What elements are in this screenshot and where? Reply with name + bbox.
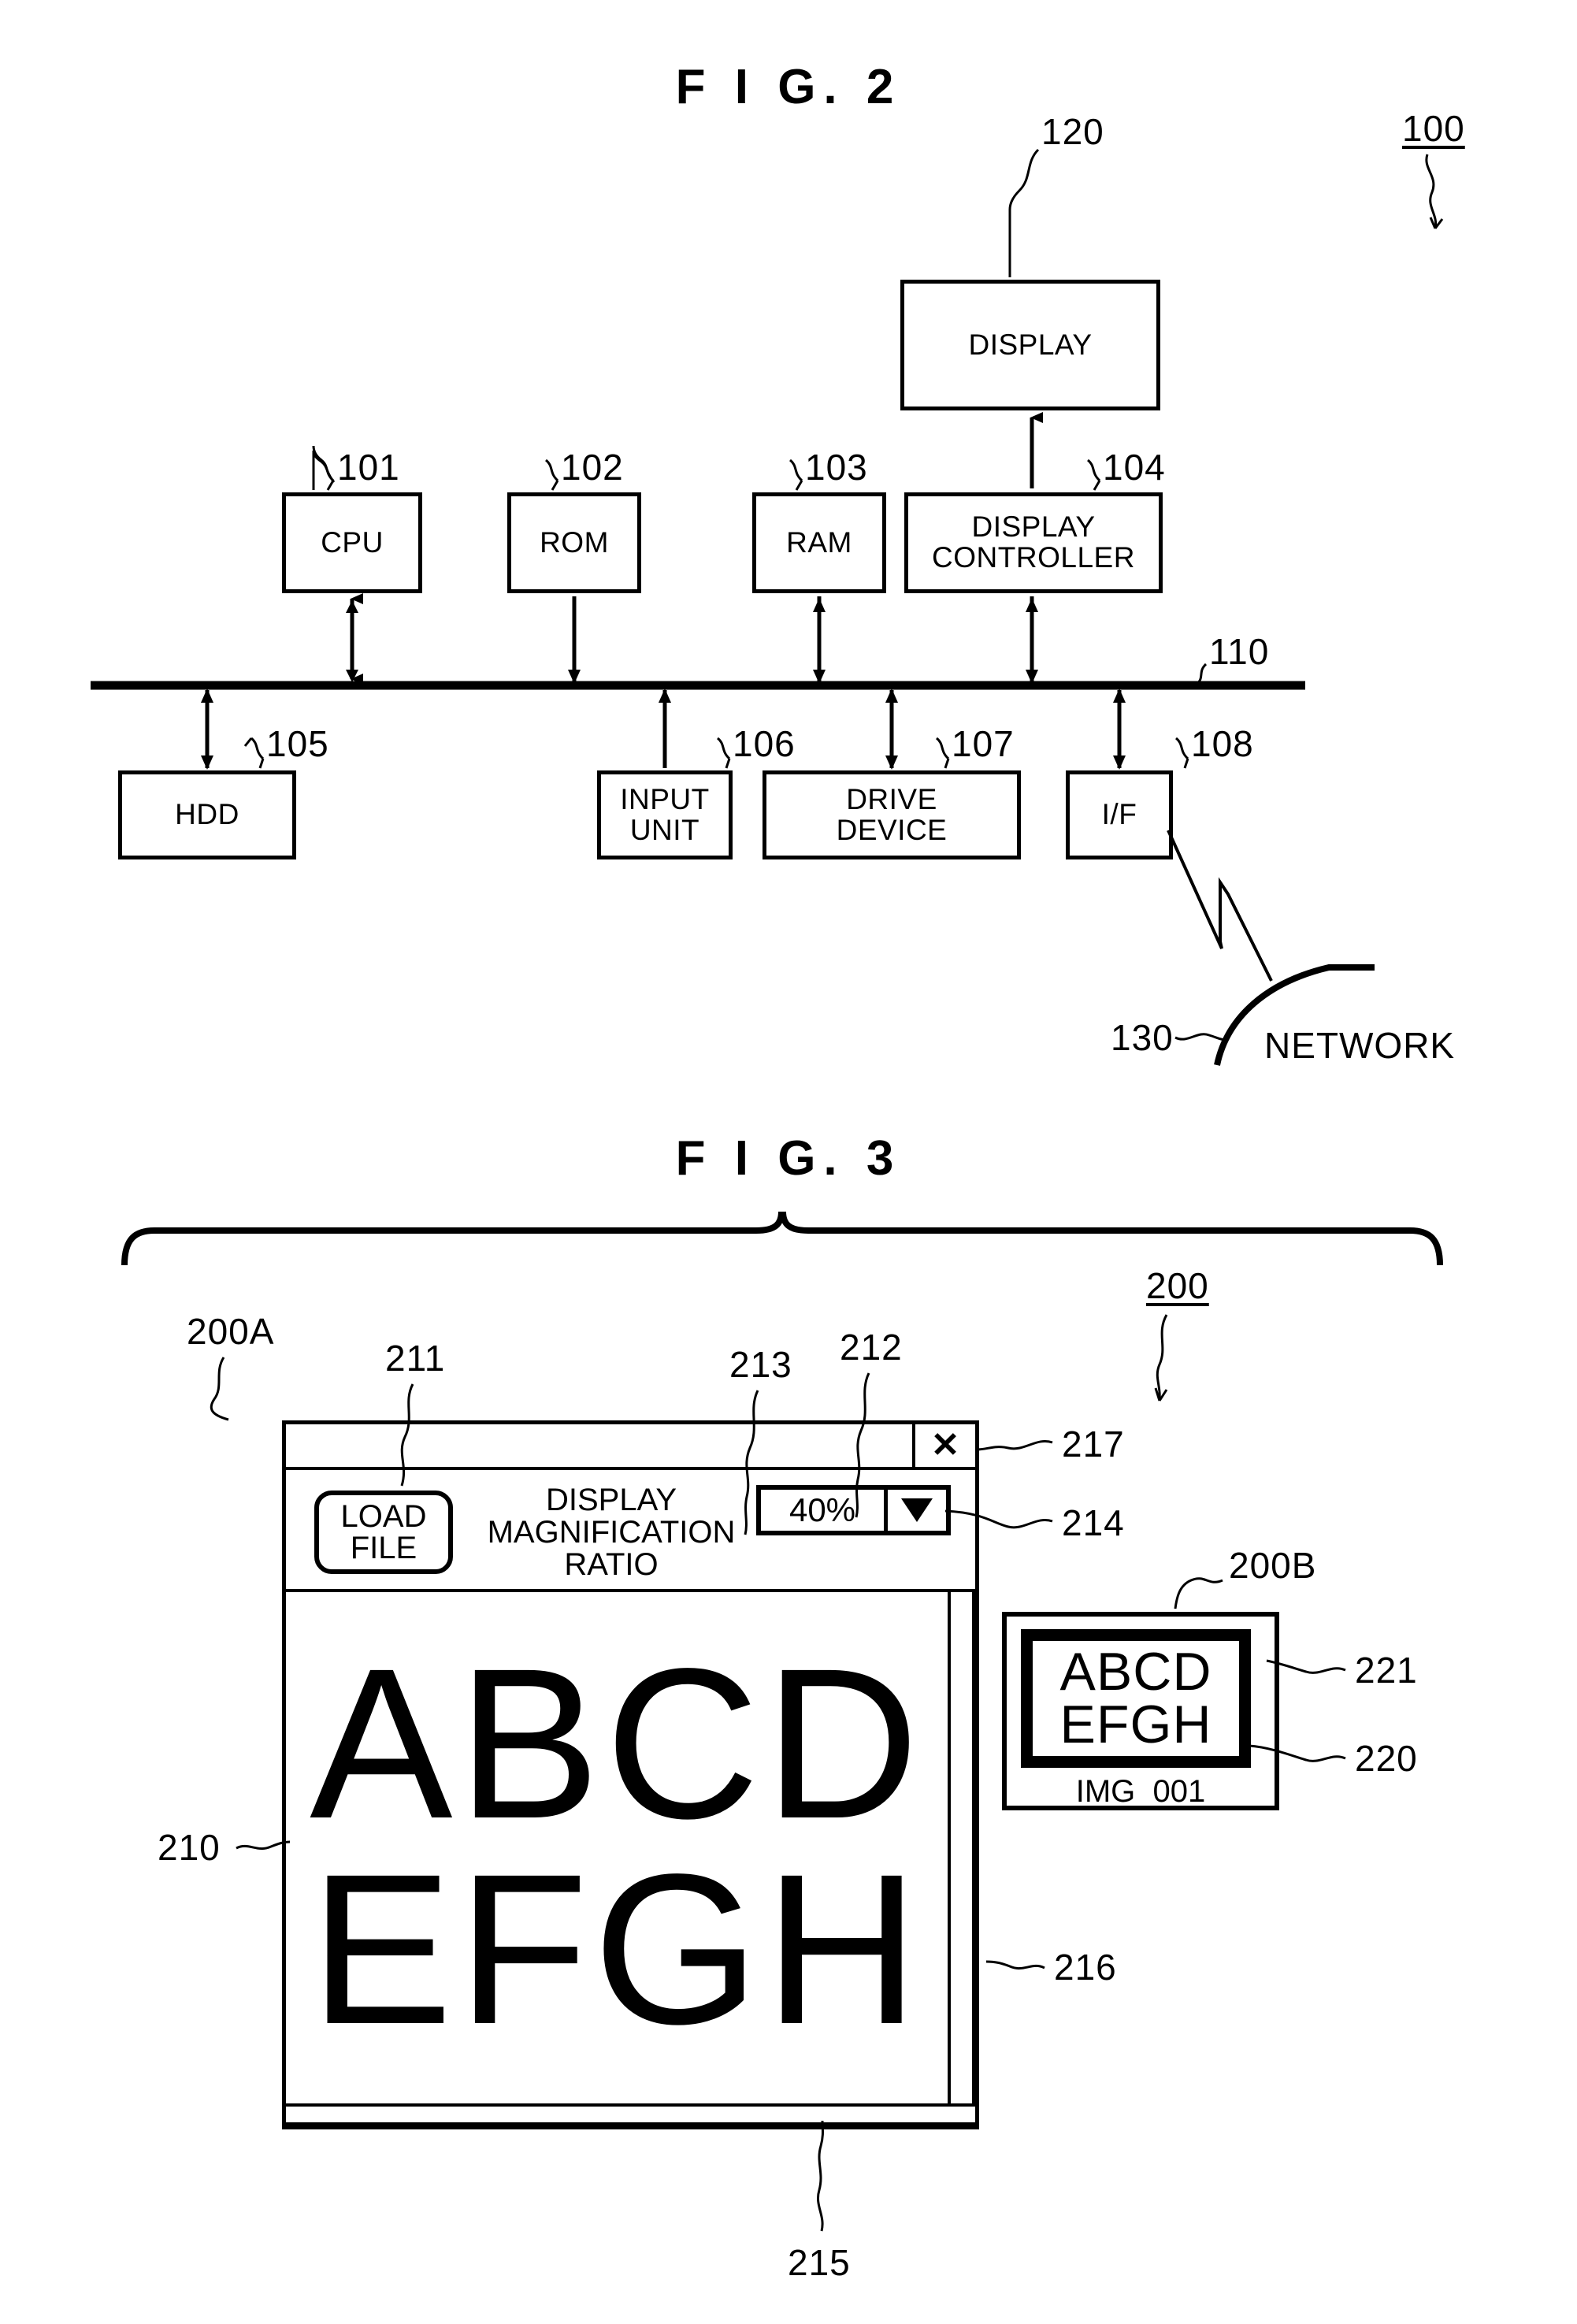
ref-212-mag-value: 212 xyxy=(840,1327,903,1368)
figure-3-title: F I G. 3 xyxy=(675,1131,902,1186)
vertical-scrollbar[interactable] xyxy=(948,1592,975,2112)
magnification-ratio-label-line1: DISPLAY xyxy=(546,1483,677,1517)
ref-103-ram: 103 xyxy=(805,447,868,488)
thumbnail-frame[interactable]: ABCD EFGH xyxy=(1021,1629,1251,1768)
block-display: DISPLAY xyxy=(900,280,1160,410)
block-hdd: HDD xyxy=(118,770,296,859)
block-display-label: DISPLAY xyxy=(968,328,1093,361)
network-label: NETWORK xyxy=(1264,1025,1456,1066)
ref-215-hscroll: 215 xyxy=(788,2242,851,2283)
figure-2-title: F I G. 2 xyxy=(675,60,902,114)
ref-216-vscroll: 216 xyxy=(1054,1947,1117,1988)
horizontal-scrollbar[interactable] xyxy=(286,2103,975,2125)
block-drive-device-line1: DRIVE xyxy=(846,782,937,815)
block-cpu-label: CPU xyxy=(321,525,384,559)
thumbnail-image[interactable]: ABCD EFGH xyxy=(1030,1638,1242,1759)
block-ram: RAM xyxy=(752,492,886,593)
block-rom-label: ROM xyxy=(540,525,609,559)
window-title-bar: ✕ xyxy=(286,1424,975,1470)
block-hdd-label: HDD xyxy=(175,798,239,831)
block-interface-label: I/F xyxy=(1101,798,1137,831)
chevron-down-icon[interactable] xyxy=(888,1490,946,1531)
block-ram-label: RAM xyxy=(786,525,852,559)
ref-213-mag-label: 213 xyxy=(729,1344,792,1385)
thumbnail-filename: IMG_001 xyxy=(1075,1774,1206,1809)
load-file-button[interactable]: LOAD FILE xyxy=(314,1491,453,1574)
image-content-text: ABCD EFGH xyxy=(286,1624,948,2070)
ref-108-interface: 108 xyxy=(1191,723,1254,764)
ref-101-cpu: 101 xyxy=(337,447,400,488)
image-display-area[interactable]: ABCD EFGH xyxy=(286,1592,948,2112)
ref-214-mag-arrow: 214 xyxy=(1062,1502,1125,1543)
ref-220-thumb-image: 220 xyxy=(1355,1738,1418,1779)
block-input-unit-line1: INPUT xyxy=(620,782,710,815)
ref-217-close: 217 xyxy=(1062,1424,1125,1465)
block-display-controller: DISPLAY CONTROLLER xyxy=(904,492,1163,593)
ref-107-drive-device: 107 xyxy=(952,723,1015,764)
application-window: ✕ LOAD FILE DISPLAY MAGNIFICATION RATIO … xyxy=(282,1420,979,2129)
thumbnail-image-text: ABCD EFGH xyxy=(1059,1641,1212,1754)
ref-100-system: 100 xyxy=(1402,108,1465,149)
close-button[interactable]: ✕ xyxy=(912,1424,975,1467)
ref-221-thumb-frame: 221 xyxy=(1355,1650,1418,1691)
thumbnail-image-line1: ABCD xyxy=(1059,1641,1212,1702)
block-drive-device: DRIVE DEVICE xyxy=(763,770,1021,859)
ref-104-display-controller: 104 xyxy=(1103,447,1166,488)
ref-130-network: 130 xyxy=(1111,1017,1174,1058)
ref-210-image-area: 210 xyxy=(158,1827,221,1868)
close-icon: ✕ xyxy=(930,1426,960,1465)
ref-200B-thumb-panel: 200B xyxy=(1229,1545,1317,1586)
block-interface: I/F xyxy=(1066,770,1173,859)
thumbnail-image-line2: EFGH xyxy=(1059,1695,1212,1754)
load-file-button-line2: FILE xyxy=(350,1531,417,1565)
magnification-ratio-label-line2: MAGNIFICATION xyxy=(487,1515,736,1550)
image-content-line1: ABCD xyxy=(310,1624,924,1863)
ref-200A-window: 200A xyxy=(187,1311,275,1352)
block-input-unit: INPUT UNIT xyxy=(597,770,733,859)
ref-120-display: 120 xyxy=(1041,111,1104,152)
chevron-down-glyph xyxy=(901,1498,933,1522)
ref-110-bus: 110 xyxy=(1209,631,1270,672)
block-drive-device-line2: DEVICE xyxy=(836,813,948,846)
ref-211-load-file: 211 xyxy=(385,1338,446,1379)
block-cpu: CPU xyxy=(282,492,422,593)
block-display-controller-line1: DISPLAY xyxy=(971,510,1096,544)
ref-200-screen: 200 xyxy=(1146,1265,1209,1306)
ref-102-rom: 102 xyxy=(561,447,624,488)
image-content-line2: EFGH xyxy=(310,1829,924,2070)
magnification-ratio-label-line3: RATIO xyxy=(564,1547,659,1583)
magnification-ratio-select[interactable]: 40% xyxy=(756,1485,951,1535)
block-rom: ROM xyxy=(507,492,641,593)
block-input-unit-line2: UNIT xyxy=(629,813,700,846)
load-file-button-line1: LOAD xyxy=(340,1499,427,1534)
thumbnail-panel: ABCD EFGH IMG_001 xyxy=(1002,1612,1279,1810)
ref-106-input-unit: 106 xyxy=(733,723,796,764)
block-display-controller-line2: CONTROLLER xyxy=(932,541,1135,574)
ref-105-hdd: 105 xyxy=(266,723,329,764)
magnification-ratio-label: DISPLAY MAGNIFICATION RATIO xyxy=(466,1483,757,1583)
magnification-ratio-value: 40% xyxy=(761,1490,888,1531)
